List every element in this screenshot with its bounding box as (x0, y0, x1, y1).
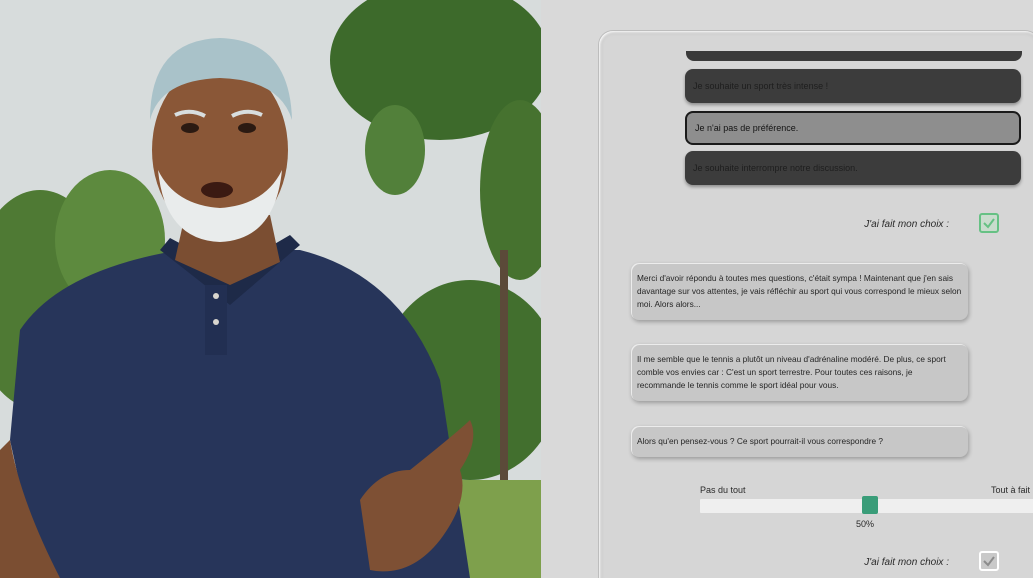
slider-thumb[interactable] (862, 496, 878, 514)
choice-interrupt[interactable]: Je souhaite interrompre notre discussion… (685, 151, 1021, 185)
choice-intense-sport[interactable]: Je souhaite un sport très intense ! (685, 69, 1021, 103)
previous-choice-edge (686, 51, 1022, 61)
bot-message: Il me semble que le tennis a plutôt un n… (631, 344, 968, 401)
message-text: Il me semble que le tennis a plutôt un n… (637, 354, 946, 390)
message-text: Alors qu'en pensez-vous ? Ce sport pourr… (637, 436, 884, 446)
slider-min-label: Pas du tout (700, 485, 746, 495)
avatar-illustration (0, 0, 541, 578)
avatar-scene (0, 0, 541, 578)
slider-value: 50% (856, 519, 875, 529)
confirm-choice-row-1: J'ai fait mon choix : (839, 213, 999, 239)
bot-message: Merci d'avoir répondu à toutes mes quest… (631, 263, 968, 320)
chat-panel: Je souhaite un sport très intense ! Je n… (599, 31, 1033, 578)
confirm-label: J'ai fait mon choix : (864, 557, 949, 568)
confirm-choice-row-2: J'ai fait mon choix : (839, 551, 999, 577)
agreement-slider: Pas du tout Tout à fait 50% (699, 483, 1033, 543)
message-text: Merci d'avoir répondu à toutes mes quest… (637, 273, 962, 309)
checkmark-icon (983, 218, 995, 229)
choice-label: Je souhaite interrompre notre discussion… (693, 163, 858, 173)
bot-message: Alors qu'en pensez-vous ? Ce sport pourr… (631, 426, 968, 457)
confirm-check-button[interactable] (979, 551, 999, 571)
choice-no-preference[interactable]: Je n'ai pas de préférence. (685, 111, 1021, 145)
choice-label: Je n'ai pas de préférence. (695, 123, 799, 133)
app-window: Je souhaite un sport très intense ! Je n… (0, 0, 1033, 578)
confirm-check-button[interactable] (979, 213, 999, 233)
checkmark-icon (983, 556, 995, 567)
choice-label: Je souhaite un sport très intense ! (693, 81, 829, 91)
confirm-label: J'ai fait mon choix : (864, 219, 949, 230)
slider-max-label: Tout à fait (991, 485, 1031, 495)
